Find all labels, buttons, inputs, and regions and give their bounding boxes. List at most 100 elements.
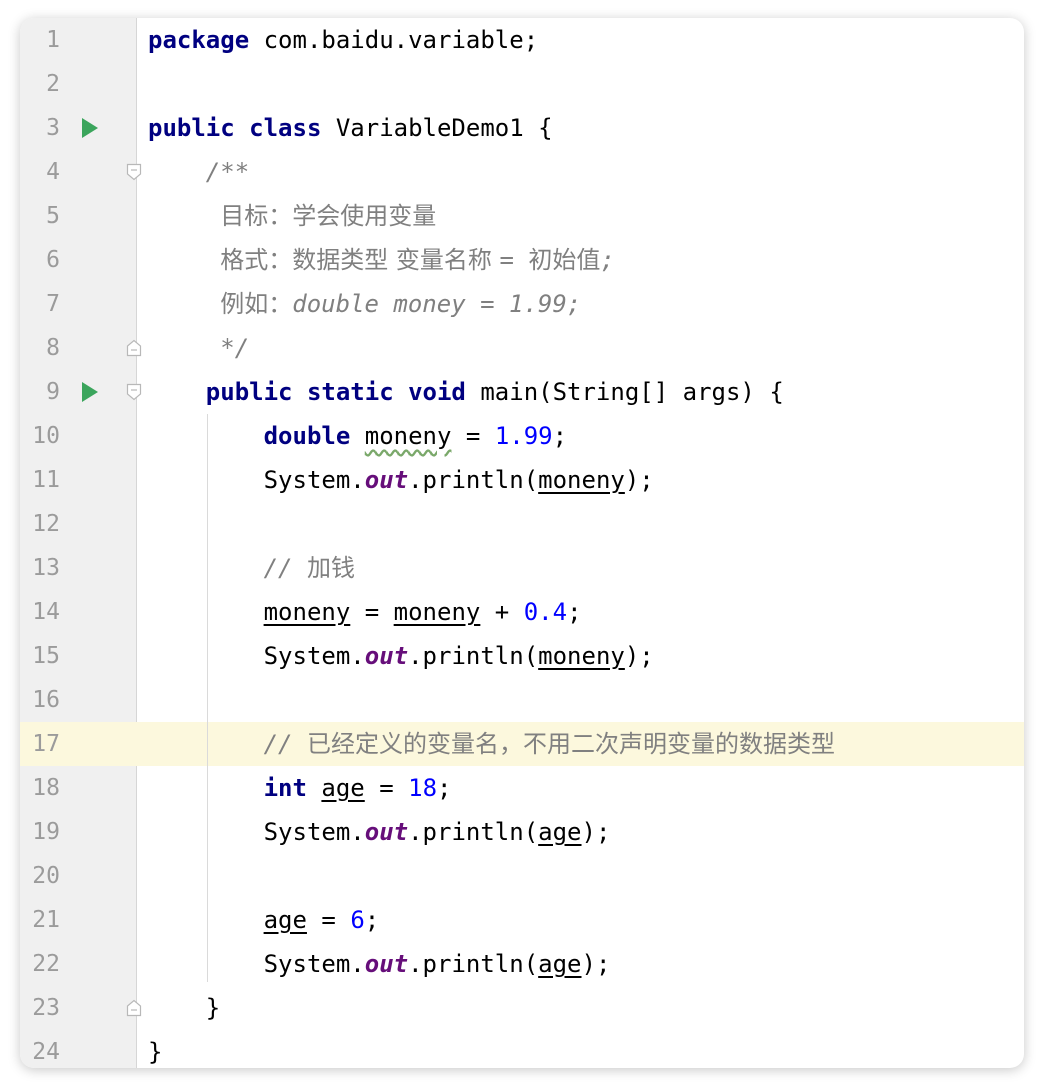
line-number[interactable]: 3 xyxy=(20,106,60,150)
line-number[interactable]: 17 xyxy=(20,722,60,766)
code-line[interactable]: 15 System.out.println(moneny); xyxy=(20,634,1024,678)
code-line[interactable]: 23 } xyxy=(20,986,1024,1030)
code-text[interactable]: System.out.println(age); xyxy=(148,810,611,854)
code-token: ; xyxy=(364,906,380,934)
code-text[interactable]: System.out.println(moneny); xyxy=(148,458,654,502)
code-text[interactable]: */ xyxy=(148,326,249,370)
line-number[interactable]: 8 xyxy=(20,326,60,370)
line-number[interactable]: 9 xyxy=(20,370,60,414)
code-text[interactable]: System.out.println(moneny); xyxy=(148,634,654,678)
line-number[interactable]: 21 xyxy=(20,898,60,942)
code-token: // xyxy=(263,554,307,582)
run-gutter-icon[interactable] xyxy=(82,118,98,138)
code-line[interactable]: 16 xyxy=(20,678,1024,722)
code-token: main(String[] args) { xyxy=(465,378,784,406)
code-line[interactable]: 9 public static void main(String[] args)… xyxy=(20,370,1024,414)
fold-collapse-icon[interactable] xyxy=(126,383,142,401)
code-text[interactable]: int age = 18; xyxy=(148,766,452,810)
code-line[interactable]: 6 格式：数据类型 变量名称 = 初始值; xyxy=(20,238,1024,282)
run-gutter-icon[interactable] xyxy=(82,382,98,402)
line-number[interactable]: 12 xyxy=(20,502,60,546)
code-token: double xyxy=(263,422,351,450)
code-line[interactable]: 8 */ xyxy=(20,326,1024,370)
code-token: /** xyxy=(148,158,250,186)
line-number[interactable]: 22 xyxy=(20,942,60,986)
code-token: = xyxy=(451,422,495,450)
code-token: out xyxy=(364,466,409,494)
code-line[interactable]: 24} xyxy=(20,1030,1024,1068)
line-number[interactable]: 6 xyxy=(20,238,60,282)
code-text[interactable]: double moneny = 1.99; xyxy=(148,414,567,458)
line-number[interactable]: 15 xyxy=(20,634,60,678)
fold-end-icon[interactable] xyxy=(126,339,142,357)
code-line[interactable]: 21 age = 6; xyxy=(20,898,1024,942)
code-token: System. xyxy=(148,818,365,846)
code-token: = xyxy=(306,906,351,934)
code-text[interactable]: public class VariableDemo1 { xyxy=(148,106,553,150)
code-token: ); xyxy=(581,818,611,846)
line-number[interactable]: 2 xyxy=(20,62,60,106)
code-line[interactable]: 13 // 加钱 xyxy=(20,546,1024,590)
code-text[interactable]: } xyxy=(148,986,220,1030)
code-token: age xyxy=(263,906,307,934)
line-number[interactable]: 18 xyxy=(20,766,60,810)
code-line[interactable]: 3 public class VariableDemo1 { xyxy=(20,106,1024,150)
line-number[interactable]: 14 xyxy=(20,590,60,634)
line-number[interactable]: 19 xyxy=(20,810,60,854)
code-text[interactable]: // 加钱 xyxy=(148,546,355,590)
code-token: = xyxy=(350,598,394,626)
code-line[interactable]: 4 /** xyxy=(20,150,1024,194)
fold-collapse-icon[interactable] xyxy=(126,163,142,181)
code-token: out xyxy=(364,642,409,670)
code-token: moneny xyxy=(538,642,625,670)
indent-guide xyxy=(207,414,208,982)
line-number[interactable]: 23 xyxy=(20,986,60,1030)
line-number[interactable]: 10 xyxy=(20,414,60,458)
code-token: + xyxy=(480,598,524,626)
code-text[interactable]: 例如：double money = 1.99; xyxy=(148,282,581,326)
code-text[interactable]: moneny = moneny + 0.4; xyxy=(148,590,582,634)
code-line[interactable]: 18 int age = 18; xyxy=(20,766,1024,810)
code-token: .println( xyxy=(408,950,539,978)
code-text[interactable]: public static void main(String[] args) { xyxy=(148,370,784,414)
line-number[interactable]: 7 xyxy=(20,282,60,326)
code-text[interactable]: 格式：数据类型 变量名称 = 初始值; xyxy=(148,238,615,282)
line-number[interactable]: 4 xyxy=(20,150,60,194)
line-number[interactable]: 1 xyxy=(20,18,60,62)
code-line[interactable]: 14 moneny = moneny + 0.4; xyxy=(20,590,1024,634)
code-text[interactable]: // 已经定义的变量名，不用二次声明变量的数据类型 xyxy=(148,722,835,766)
code-line[interactable]: 11 System.out.println(moneny); xyxy=(20,458,1024,502)
line-number[interactable]: 16 xyxy=(20,678,60,722)
line-number[interactable]: 5 xyxy=(20,194,60,238)
code-line[interactable]: 12 xyxy=(20,502,1024,546)
line-number[interactable]: 11 xyxy=(20,458,60,502)
code-text[interactable]: 目标：学会使用变量 xyxy=(148,194,436,238)
code-token: int xyxy=(263,774,307,802)
code-line[interactable]: 2 xyxy=(20,62,1024,106)
code-token: ; xyxy=(552,422,568,450)
code-token: // xyxy=(263,730,307,758)
code-text[interactable]: } xyxy=(148,1030,162,1068)
code-editor[interactable]: 1 package com.baidu.variable; 2 3 public cla… xyxy=(20,18,1024,1068)
code-text[interactable]: System.out.println(age); xyxy=(148,942,611,986)
code-line[interactable]: 1 package com.baidu.variable; xyxy=(20,18,1024,62)
code-line[interactable]: 19 System.out.println(age); xyxy=(20,810,1024,854)
code-line[interactable]: 10 double moneny = 1.99; xyxy=(20,414,1024,458)
code-text[interactable]: package com.baidu.variable; xyxy=(148,18,538,62)
code-text[interactable]: age = 6; xyxy=(148,898,380,942)
fold-end-icon[interactable] xyxy=(126,999,142,1017)
line-number[interactable]: 20 xyxy=(20,854,60,898)
code-line[interactable]: 17 // 已经定义的变量名，不用二次声明变量的数据类型 xyxy=(20,722,1024,766)
code-line[interactable]: 7 例如：double money = 1.99; xyxy=(20,282,1024,326)
line-number[interactable]: 24 xyxy=(20,1030,60,1068)
code-line[interactable]: 22 System.out.println(age); xyxy=(20,942,1024,986)
code-line[interactable]: 5 目标：学会使用变量 xyxy=(20,194,1024,238)
code-line[interactable]: 20 xyxy=(20,854,1024,898)
code-token: ); xyxy=(581,950,611,978)
code-text[interactable]: /** xyxy=(148,150,249,194)
line-number[interactable]: 13 xyxy=(20,546,60,590)
